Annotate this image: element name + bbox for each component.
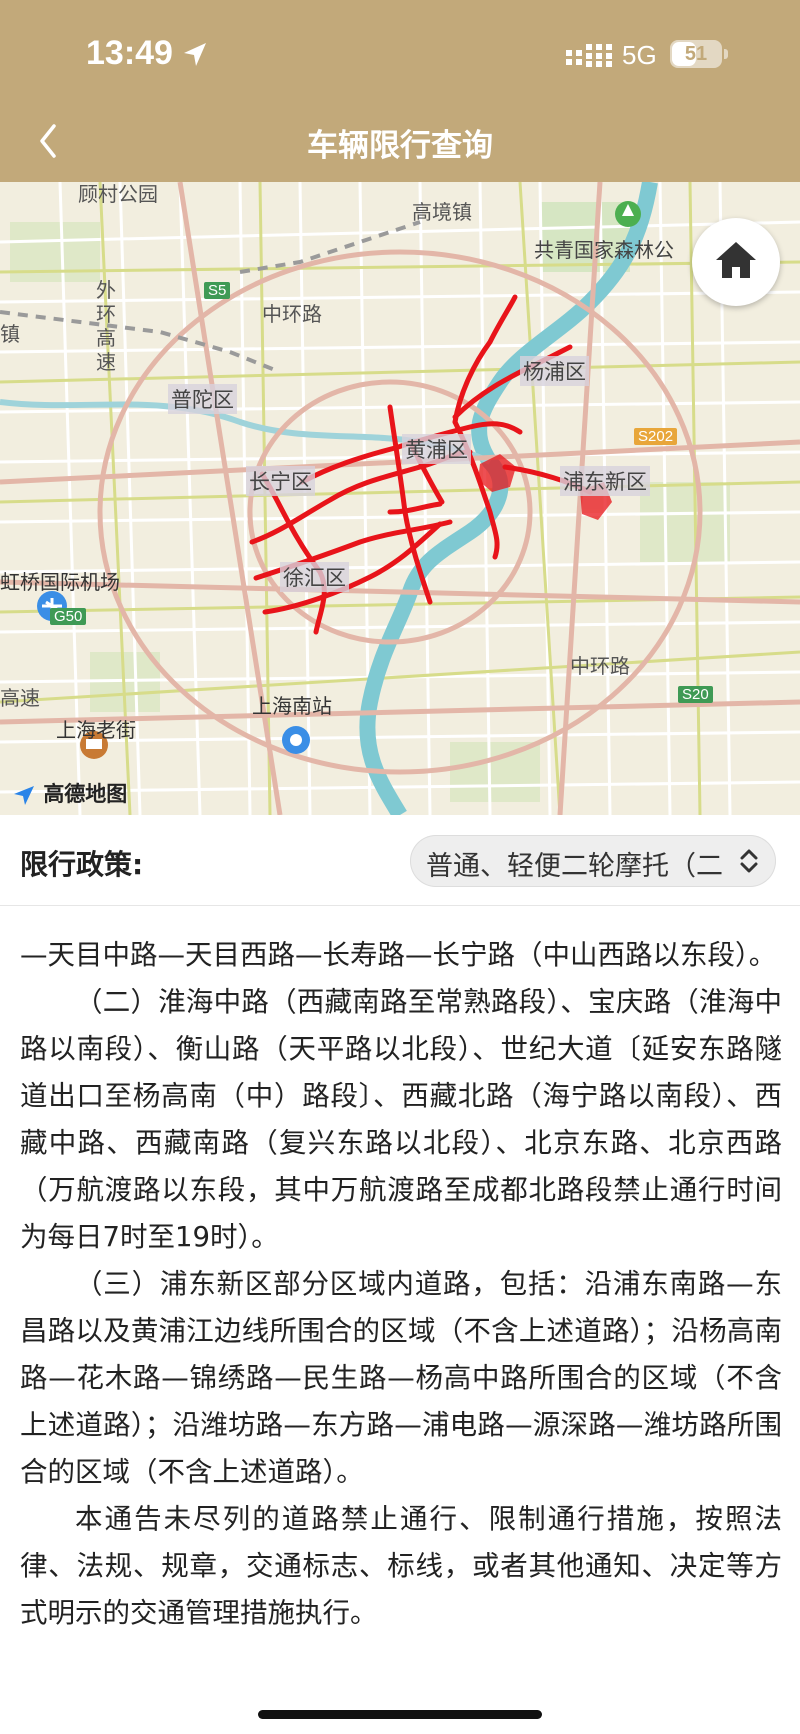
policy-select-value: 普通、轻便二轮摩托（二 [426,851,723,882]
content-paragraph: （二）淮海中路（西藏南路至常熟路段）、宝庆路（淮海中路以南段）、衡山路（天平路以… [20,986,782,1253]
shield-g50: G50 [50,608,87,625]
map-label-outer-ring: 外环高速 [96,278,116,374]
home-icon [716,242,756,278]
forest-park-pin [615,201,641,227]
policy-content: —天目中路—天目西路—长寿路—长宁路（中山西路以东段）。 （二）淮海中路（西藏南… [20,932,782,1637]
status-time: 13:49 [86,34,173,72]
policy-select[interactable]: 普通、轻便二轮摩托（二 [410,835,776,887]
amap-logo-text: 高德地图 [43,782,128,806]
map-label-forest: 共青国家森林公 [534,238,674,262]
map-label-park: 顾村公园 [78,182,158,206]
policy-label: 限行政策: [20,848,144,881]
policy-bar: 限行政策: 普通、轻便二轮摩托（二 [0,815,800,906]
station-pin [282,726,310,754]
map-label-zhen: 镇 [0,322,20,346]
amap-arrow-icon [14,786,34,805]
shield-s20: S20 [678,686,713,703]
map-label-town: 高境镇 [412,200,472,224]
map-label-ring-road-2: 中环路 [570,654,630,678]
district-yangpu: 杨浦区 [520,356,589,386]
map-label-ring-road: 中环路 [262,302,322,326]
amap-logo: 高德地图 [12,778,127,808]
map-label-south-station: 上海南站 [252,694,332,718]
page-title: 车辆限行查询 [307,128,493,164]
location-arrow-icon [184,43,206,66]
map-label-highway: 高速 [0,686,40,710]
cellular-signal-icon [566,44,612,67]
updown-chevron-icon [740,849,758,873]
district-changning: 长宁区 [246,466,315,496]
battery-icon: 51 [670,40,722,68]
battery-tip [724,49,728,59]
restriction-map[interactable]: 顾村公园 高境镇 共青国家森林公 中环路 中环路 外环高速 高速 镇 普陀区 杨… [0,182,800,815]
content-paragraph: 本通告未尽列的道路禁止通行、限制通行措施，按照法律、法规、规章，交通标志、标线，… [20,1503,782,1629]
home-indicator[interactable] [258,1710,542,1719]
district-pudong: 浦东新区 [560,466,650,496]
network-type: 5G [622,40,657,70]
district-xuhui: 徐汇区 [280,562,349,592]
content-paragraph: （三）浦东新区部分区域内道路，包括：沿浦东南路—东昌路以及黄浦江边线所围合的区域… [20,1268,782,1488]
content-paragraph: —天目中路—天目西路—长寿路—长宁路（中山西路以东段）。 [20,939,777,971]
map-label-old-street: 上海老街 [56,718,136,742]
district-huangpu: 黄浦区 [402,434,471,464]
battery-percent: 51 [684,43,708,65]
top-header: 13:49 5G 51 车辆限行查询 [0,0,800,182]
home-button[interactable] [692,218,780,306]
shield-s202: S202 [634,428,678,445]
shield-s5: S5 [204,282,231,299]
map-label-airport: 虹桥国际机场 [0,570,120,594]
district-putuo: 普陀区 [168,384,237,414]
